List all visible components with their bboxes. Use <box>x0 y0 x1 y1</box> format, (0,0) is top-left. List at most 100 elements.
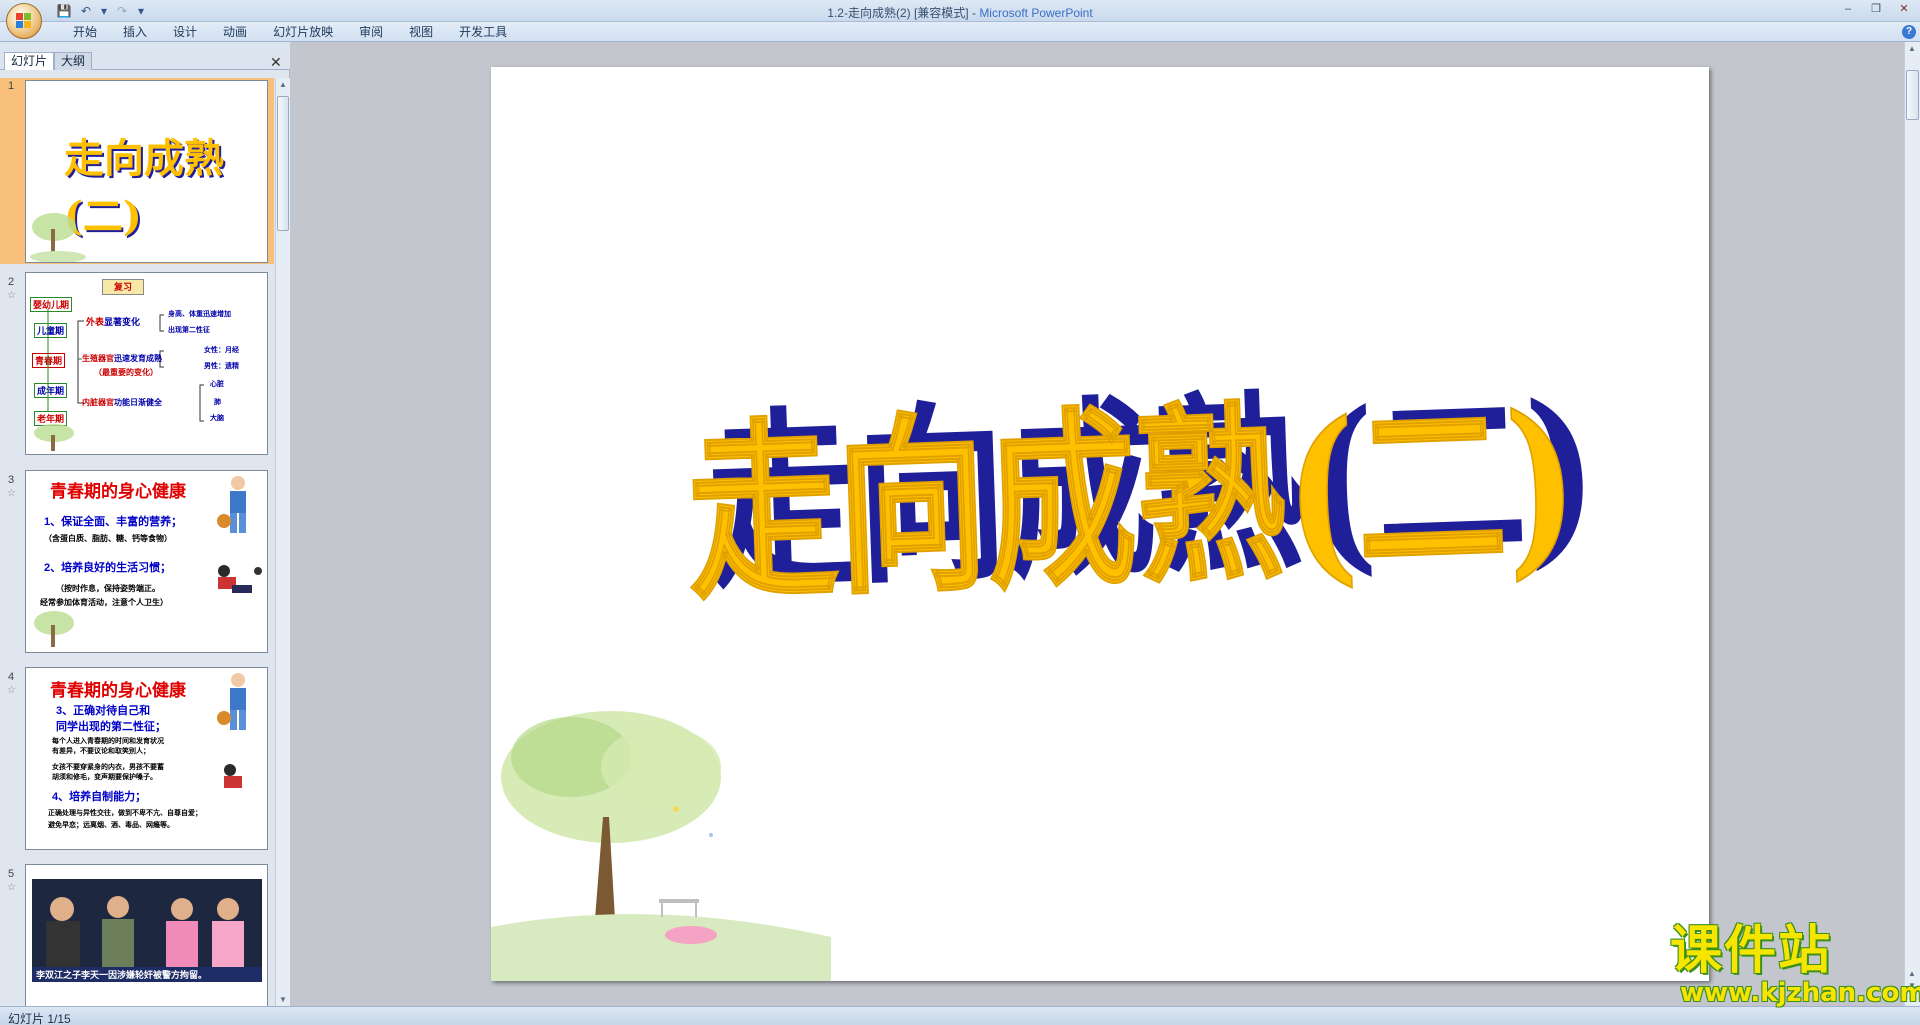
slide-preview: 青春期的身心健康 3、正确对待自己和 同学出现的第二性征； 每个人进入青春期的时… <box>25 667 268 850</box>
tab-slideshow[interactable]: 幻灯片放映 <box>260 24 346 40</box>
branch-detail: 身高、体重迅速增加 <box>168 311 231 318</box>
slide-preview: 走向成熟(二) <box>25 80 268 263</box>
branch-appearance-rest: 显著变化 <box>104 317 141 327</box>
slide-title: 走向成熟(二) <box>684 372 1581 626</box>
status-bar: 幻灯片 1/15 <box>0 1006 1920 1025</box>
minimize-button[interactable]: – <box>1834 1 1862 17</box>
thumb-line: 有差异，不要议论和取笑别人； <box>52 748 150 755</box>
watermark-logo: 课件站 www.kjzhan.com <box>1670 921 1920 1006</box>
branch-detail: 心脏 <box>210 381 224 388</box>
slide-preview: 复习 婴幼儿期 儿童期 青春期 成年期 老年期 外表显著变化 身高、体重迅速增加 <box>25 272 268 455</box>
scroll-up-icon[interactable]: ▲ <box>1908 44 1916 53</box>
tab-developer[interactable]: 开发工具 <box>446 24 520 40</box>
slide-number: 4 <box>8 671 15 683</box>
document-title: 1.2-走向成熟(2) [兼容模式] - <box>827 6 980 20</box>
branch-detail: 女性：月经 <box>204 347 239 354</box>
slide-thumbnail-2[interactable]: 2 ☆ 复习 婴幼儿期 儿童期 青春期 成年期 老年期 外表显著变化 身高、体重… <box>0 270 274 460</box>
thumb-line: （按时作息，保持姿势端正。 <box>56 584 160 593</box>
news-photo <box>32 879 262 979</box>
thumbnail-scrollbar[interactable]: ▲ ▼ <box>275 78 290 1006</box>
help-icon[interactable]: ? <box>1902 25 1916 39</box>
slide-thumbnail-3[interactable]: 3 ☆ 青春期的身心健康 1、保证全面、丰富的营养； （含蛋白质、脂肪、糖、钙等… <box>0 468 274 658</box>
photo-caption: 李双江之子李天一因涉嫌轮奸被警方拘留。 <box>32 967 262 982</box>
close-button[interactable]: ✕ <box>1890 1 1918 17</box>
title-bar: 💾 ↶ ▾ ↷ ▾ 1.2-走向成熟(2) [兼容模式] - Microsoft… <box>0 0 1920 22</box>
slide-preview: 李双江之子李天一因涉嫌轮奸被警方拘留。 <box>25 864 268 1006</box>
branch-appearance-key: 外表 <box>86 317 105 327</box>
office-button[interactable] <box>6 3 42 39</box>
watermark-url: www.kjzhan.com <box>1680 978 1920 1008</box>
animation-star-icon: ☆ <box>7 290 16 301</box>
scroll-down-icon[interactable]: ▼ <box>279 995 287 1004</box>
scroll-up-icon[interactable]: ▲ <box>279 80 287 89</box>
slide-number: 3 <box>8 474 15 486</box>
slide-preview: 青春期的身心健康 1、保证全面、丰富的营养； （含蛋白质、脂肪、糖、钙等食物） … <box>25 470 268 653</box>
window-controls: – ❐ ✕ <box>1834 1 1918 17</box>
tab-home[interactable]: 开始 <box>60 24 110 40</box>
branch-organs: 内脏器官功能日渐健全 <box>82 397 162 408</box>
animation-star-icon: ☆ <box>7 685 16 696</box>
slide-counter: 幻灯片 1/15 <box>8 1012 71 1025</box>
thumb-line: 经常参加体育活动，注意个人卫生） <box>40 598 168 607</box>
thumb-line: 1、保证全面、丰富的营养； <box>44 516 183 528</box>
branch-note: （最重要的变化） <box>94 368 158 377</box>
thumb-title: 青春期的身心健康 <box>50 681 186 701</box>
tab-slides[interactable]: 幻灯片 <box>4 52 55 70</box>
app-name: Microsoft PowerPoint <box>979 6 1093 20</box>
branch-appearance: 外表显著变化 <box>86 315 140 328</box>
slide-number: 2 <box>8 276 15 288</box>
athlete-icon <box>224 764 242 788</box>
tab-outline[interactable]: 大纲 <box>54 52 93 70</box>
animation-star-icon: ☆ <box>7 488 16 499</box>
branch-detail: 大脑 <box>210 415 224 422</box>
thumb-line: 每个人进入青春期的时间和发育状况 <box>52 738 164 745</box>
branch-reproductive: 生殖器官迅速发育成熟 <box>82 353 162 364</box>
ribbon-tabs: 开始 插入 设计 动画 幻灯片放映 审阅 视图 开发工具 <box>60 24 520 40</box>
athlete-icon <box>218 565 262 593</box>
tab-insert[interactable]: 插入 <box>110 24 160 40</box>
watermark-name: 课件站 <box>1670 921 1833 981</box>
slide-thumbnail-4[interactable]: 4 ☆ 青春期的身心健康 3、正确对待自己和 同学出现的第二性征； 每个人进入青… <box>0 665 274 855</box>
office-logo-icon <box>16 13 32 29</box>
tab-design[interactable]: 设计 <box>160 24 210 40</box>
thumb-line: 同学出现的第二性征； <box>56 721 166 733</box>
thumb-line: 2、培养良好的生活习惯； <box>44 562 172 574</box>
basketball-player-icon <box>217 476 246 533</box>
basketball-player-icon <box>217 673 246 730</box>
thumb-line: 4、培养自制能力； <box>52 791 147 803</box>
tab-animations[interactable]: 动画 <box>210 24 260 40</box>
scrollbar-thumb[interactable] <box>277 96 289 231</box>
branch-organs-rest: 功能日渐健全 <box>114 398 162 407</box>
maximize-button[interactable]: ❐ <box>1862 1 1890 17</box>
branch-detail: 肺 <box>214 399 221 406</box>
tab-review[interactable]: 审阅 <box>346 24 396 40</box>
tree-icon <box>34 611 74 647</box>
branch-detail: 出现第二性征 <box>168 327 210 334</box>
tree-icon <box>34 424 74 451</box>
panel-close-icon[interactable]: ✕ <box>270 54 282 71</box>
prev-slide-icon[interactable]: ▲ <box>1908 969 1916 978</box>
slides-panel: 幻灯片 大纲 ✕ 1 走向成熟(二) 2 ☆ 复习 婴幼儿期 儿童期 青春期 成… <box>0 42 290 1006</box>
thumb-line: 3、正确对待自己和 <box>56 705 151 717</box>
slide-thumbnail-1[interactable]: 1 走向成熟(二) <box>0 78 274 264</box>
thumb-title: 青春期的身心健康 <box>50 482 186 502</box>
animation-star-icon: ☆ <box>7 882 16 893</box>
ribbon-tabs-row: 开始 插入 设计 动画 幻灯片放映 审阅 视图 开发工具 ? <box>0 22 1920 42</box>
scrollbar-thumb[interactable] <box>1906 70 1919 120</box>
tree-icon <box>30 213 86 262</box>
window-title: 1.2-走向成熟(2) [兼容模式] - Microsoft PowerPoin… <box>0 4 1920 21</box>
slide-number: 1 <box>8 80 15 92</box>
thumb-line: （含蛋白质、脂肪、糖、钙等食物） <box>44 534 172 543</box>
slide-scrollbar[interactable]: ▲ ▲ ▼ ▼ <box>1904 42 1920 1006</box>
thumb-line: 避免早恋；远离烟、酒、毒品、网瘾等。 <box>48 822 174 829</box>
branch-organs-key: 内脏器官 <box>82 398 114 407</box>
thumb-line: 胡须和修毛，变声期要保护嗓子。 <box>52 774 157 781</box>
branch-reproductive-rest: 迅速发育成熟 <box>114 354 162 363</box>
slide-editor: 走向成熟(二) 走向成熟(二) <box>291 42 1903 1006</box>
thumbnail-list: 1 走向成熟(二) 2 ☆ 复习 婴幼儿期 儿童期 青春期 成年期 老年期 外表… <box>0 78 274 1006</box>
tab-view[interactable]: 视图 <box>396 24 446 40</box>
thumb-title: 走向成熟(二) <box>64 135 224 240</box>
slide-thumbnail-5[interactable]: 5 ☆ 李双江之子李天一因涉嫌轮奸被警方拘留。 <box>0 862 274 1006</box>
current-slide[interactable]: 走向成熟(二) 走向成熟(二) <box>491 67 1709 981</box>
thumb-line: 女孩不要穿紧身的内衣，男孩不要蓄 <box>52 764 164 771</box>
